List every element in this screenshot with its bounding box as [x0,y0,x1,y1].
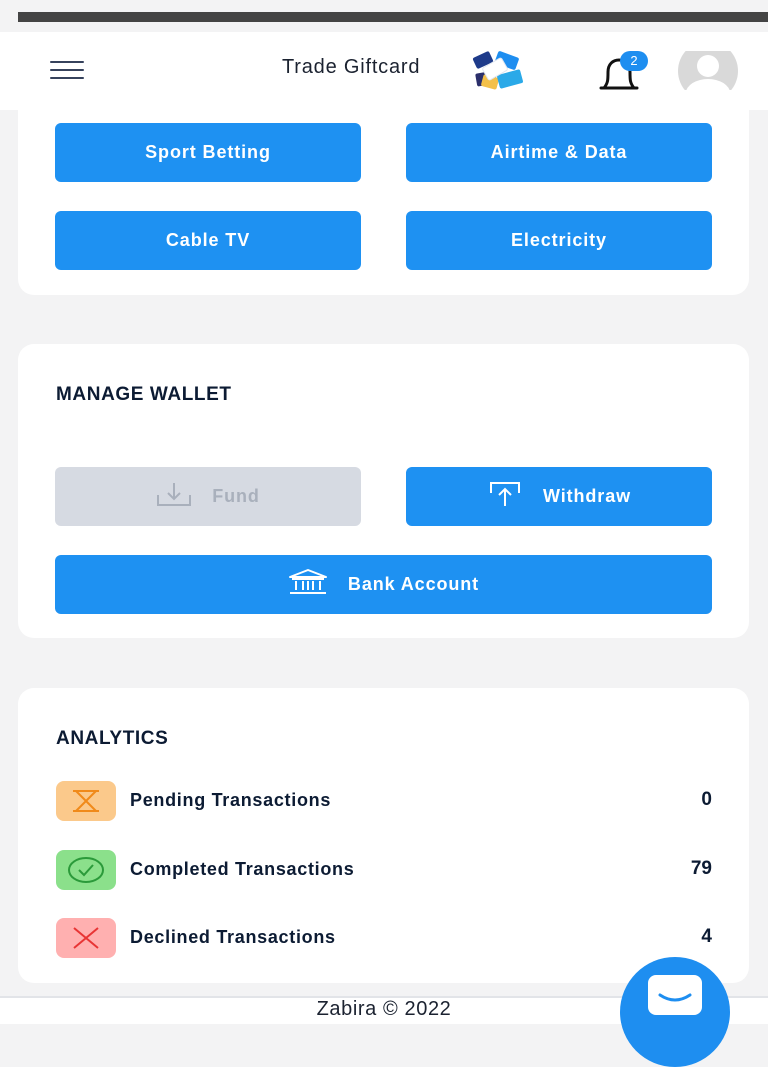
completed-label: Completed Transactions [130,859,355,879]
bank-account-button[interactable]: Bank Account [55,555,712,614]
download-icon [156,481,192,512]
electricity-button[interactable]: Electricity [406,211,712,270]
withdraw-label: Withdraw [542,486,632,506]
sport-betting-button[interactable]: Sport Betting [55,123,361,182]
pending-value: 0 [701,789,712,810]
airtime-data-button[interactable]: Airtime & Data [406,123,712,182]
pending-label: Pending Transactions [130,790,332,810]
declined-label: Declined Transactions [130,927,336,947]
chat-launcher-button[interactable] [620,957,730,1067]
header-title[interactable]: Trade Giftcard [282,56,420,79]
hamburger-menu-icon[interactable] [50,61,84,81]
completed-transactions-row: Completed Transactions 79 [56,850,712,890]
manage-wallet-title: MANAGE WALLET [56,384,232,405]
check-circle-icon [56,850,116,890]
declined-transactions-row: Declined Transactions 4 [56,918,712,958]
completed-value: 79 [690,858,712,879]
services-card: Sport Betting Airtime & Data Cable TV El… [18,90,749,295]
bank-account-label: Bank Account [347,574,480,594]
withdraw-button[interactable]: Withdraw [406,467,712,526]
chat-bubble-icon [648,975,702,1015]
analytics-title: ANALYTICS [56,728,169,749]
pending-transactions-row: Pending Transactions 0 [56,781,712,821]
cable-tv-button[interactable]: Cable TV [55,211,361,270]
hourglass-icon [56,781,116,821]
user-avatar-icon[interactable] [678,51,738,91]
analytics-card: ANALYTICS Pending Transactions 0 Complet… [18,688,749,983]
notification-badge: 2 [620,51,648,71]
fund-label: Fund [212,486,260,506]
declined-value: 4 [701,926,712,947]
giftcards-logo-icon [472,51,523,90]
fund-button[interactable]: Fund [55,467,361,526]
upload-icon [487,481,523,512]
top-strip [18,12,768,22]
manage-wallet-card: MANAGE WALLET Fund Withdraw Bank Account [18,344,749,638]
bank-icon [288,569,328,600]
x-icon [56,918,116,958]
